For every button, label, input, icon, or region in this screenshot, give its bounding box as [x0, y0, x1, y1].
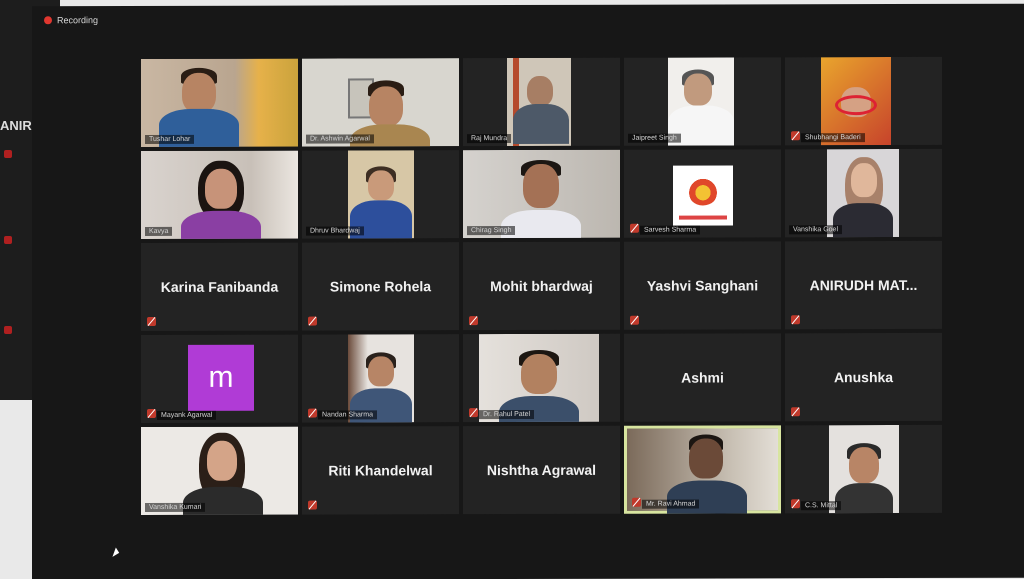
mic-muted-icon — [4, 150, 12, 158]
video-feed — [348, 334, 414, 423]
profile-avatar: m — [188, 344, 254, 411]
participant-name: Ashmi — [681, 369, 724, 386]
participant-name-tag: Shubhangi Baderi — [801, 133, 865, 143]
participant-name-tag: C.S. Mittal — [801, 501, 842, 511]
participant-name-tag: Vanshika Kumari — [145, 502, 206, 513]
participant-name-tag: Sarvesh Sharma — [640, 225, 701, 235]
participant-name-tag: Mr. Ravi Ahmad — [642, 499, 700, 509]
participant-tile[interactable]: Karina Fanibanda — [141, 242, 298, 332]
mic-muted-icon — [4, 326, 12, 334]
participant-name: Nishtha Agrawal — [486, 461, 597, 479]
participant-gallery: Tushar Lohar Dr. Ashwin Agarwal Raj Mund… — [141, 56, 942, 516]
participant-name: Riti Khandelwal — [328, 462, 433, 479]
participant-name-tag: Chirag Singh — [467, 226, 516, 236]
video-feed — [348, 150, 414, 239]
participant-tile[interactable]: Tushar Lohar — [141, 58, 298, 148]
participant-tile[interactable]: C.S. Mittal — [785, 424, 942, 514]
participant-name: Yashvi Sanghani — [646, 277, 759, 294]
participant-tile[interactable]: Nandan Sharma — [302, 334, 459, 423]
participant-tile[interactable]: Simone Rohela — [302, 242, 459, 331]
participant-tile[interactable]: Dr. Rahul Patel — [463, 333, 620, 423]
video-feed — [821, 57, 891, 146]
mic-muted-icon — [632, 497, 641, 507]
participant-name: ANIRUDH MAT... — [809, 276, 918, 294]
video-feed — [141, 58, 298, 148]
mic-muted-icon — [4, 236, 12, 244]
video-feed — [507, 57, 571, 147]
participant-name-tag: Jaipreet Singh — [628, 133, 681, 143]
participant-tile[interactable]: m Mayank Agarwal — [141, 334, 298, 424]
video-feed — [141, 426, 298, 516]
participant-name-tag: Mayank Agarwal — [157, 410, 217, 420]
participant-name-tag: Dr. Ashwin Agarwal — [306, 134, 374, 144]
participant-tile[interactable]: ANIRUDH MAT... — [785, 240, 942, 330]
participant-tile[interactable]: Vanshika Goel — [785, 148, 942, 238]
participant-name: Karina Fanibanda — [160, 278, 279, 295]
participant-name: Mohit bhardwaj — [490, 277, 593, 295]
participant-tile[interactable]: Riti Khandelwal — [302, 426, 459, 515]
mic-muted-icon — [147, 316, 156, 326]
mic-muted-icon — [630, 223, 639, 233]
participant-name-tag: Kavya — [145, 226, 173, 237]
mic-muted-icon — [630, 315, 639, 325]
participant-tile[interactable]: Raj Mundra — [463, 57, 620, 147]
background-participant-name: ANIR — [0, 118, 32, 133]
mic-muted-icon — [791, 131, 800, 141]
participant-tile[interactable]: Yashvi Sanghani — [624, 241, 781, 330]
video-feed — [141, 150, 298, 240]
participant-name: Simone Rohela — [329, 278, 432, 295]
participant-name-tag: Tushar Lohar — [145, 134, 195, 145]
video-feed — [627, 428, 778, 514]
participant-tile[interactable]: Ashmi — [624, 333, 781, 422]
video-feed — [829, 425, 899, 514]
mic-muted-icon — [791, 499, 800, 509]
recording-label: Recording — [57, 15, 99, 26]
participant-tile[interactable]: Shubhangi Baderi — [785, 56, 942, 146]
mic-muted-icon — [308, 408, 317, 418]
video-feed — [668, 57, 734, 146]
mic-muted-icon — [147, 408, 156, 418]
participant-tile[interactable]: Vanshika Kumari — [141, 426, 298, 516]
mic-muted-icon — [308, 316, 317, 326]
participant-name-tag: Vanshika Goel — [789, 225, 843, 235]
video-feed — [479, 333, 599, 423]
participant-tile[interactable]: Dhruv Bhardwaj — [302, 150, 459, 239]
record-dot-icon — [44, 16, 52, 25]
participant-name-tag: Raj Mundra — [467, 134, 512, 144]
video-feed — [827, 149, 899, 238]
mic-muted-icon — [469, 316, 478, 326]
participant-tile[interactable]: Jaipreet Singh — [624, 57, 781, 146]
mic-muted-icon — [308, 500, 317, 510]
participant-tile[interactable]: Dr. Ashwin Agarwal — [302, 58, 459, 147]
participant-tile[interactable]: Nishtha Agrawal — [463, 425, 620, 515]
participant-tile[interactable]: Sarvesh Sharma — [624, 149, 781, 238]
meeting-window: Recording Tushar Lohar Dr. Ashwin Agarwa… — [32, 3, 1024, 579]
participant-name-tag: Dr. Rahul Patel — [479, 409, 535, 420]
participant-tile[interactable]: Anushka — [785, 332, 942, 422]
mic-muted-icon — [791, 315, 800, 325]
participant-name-tag: Dhruv Bhardwaj — [306, 226, 364, 236]
video-feed — [302, 58, 459, 147]
participant-tile[interactable]: Chirag Singh — [463, 149, 620, 239]
participant-name-tag: Nandan Sharma — [318, 410, 377, 420]
org-logo — [672, 165, 733, 226]
mic-muted-icon — [469, 408, 478, 418]
recording-indicator[interactable]: Recording — [44, 15, 98, 25]
video-feed — [463, 149, 620, 239]
mic-muted-icon — [791, 407, 800, 417]
participant-tile[interactable]: Mohit bhardwaj — [463, 241, 620, 331]
active-speaker-tile[interactable]: Mr. Ravi Ahmad — [624, 425, 781, 514]
participant-tile[interactable]: Kavya — [141, 150, 298, 240]
participant-name: Anushka — [833, 369, 894, 386]
